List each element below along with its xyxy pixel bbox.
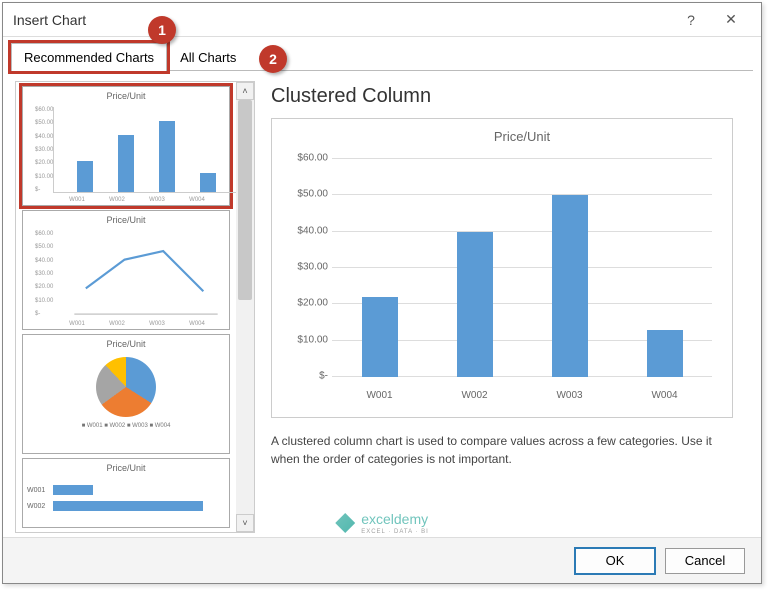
thumb-plot: W001 W002 <box>23 473 229 523</box>
watermark-brand: exceldemy <box>361 511 428 527</box>
thumb-bar-chart[interactable]: Price/Unit W001 W002 <box>22 458 230 528</box>
y-tick: $30.00 <box>284 262 328 273</box>
chart-type-heading: Clustered Column <box>271 85 733 108</box>
plot-area: $- $10.00 $20.00 $30.00 $40.00 $50.00 $6… <box>332 159 712 377</box>
callout-marker-1: 1 <box>148 16 176 44</box>
thumb-title: Price/Unit <box>23 91 229 101</box>
scroll-up-button[interactable]: ˄ <box>236 82 254 100</box>
mini-x-ticks: W001W002W003W004 <box>57 321 217 327</box>
watermark-tagline: EXCEL · DATA · BI <box>361 529 429 535</box>
bar-0 <box>362 297 398 377</box>
pie-legend: ■ W001 ■ W002 ■ W003 ■ W004 <box>23 423 229 429</box>
dialog-footer: OK Cancel <box>3 537 761 583</box>
mini-x-ticks: W001W002W003W004 <box>57 197 217 203</box>
line-icon <box>53 231 236 317</box>
preview-pane: Clustered Column Price/Unit $- $10.00 $2… <box>255 81 749 533</box>
tab-recommended-charts[interactable]: Recommended Charts <box>11 43 167 71</box>
bars <box>332 159 712 377</box>
bar-2 <box>552 195 588 377</box>
y-tick: $40.00 <box>284 225 328 236</box>
x-tick: W001 <box>366 390 392 401</box>
recommendation-list: Price/Unit $60.00$50.00$40.00$30.00$20.0… <box>15 81 255 533</box>
x-tick: W004 <box>651 390 677 401</box>
mini-y-ticks: $60.00$50.00$40.00$30.00$20.00$10.00$- <box>35 107 49 193</box>
ok-button[interactable]: OK <box>575 548 655 574</box>
watermark-text: exceldemy EXCEL · DATA · BI <box>361 511 429 535</box>
bar-3 <box>647 330 683 377</box>
scrollbar-vertical[interactable]: ˄ ˅ <box>236 82 254 532</box>
thumb-title: Price/Unit <box>23 215 229 225</box>
help-button[interactable]: ? <box>671 3 711 37</box>
insert-chart-dialog: Insert Chart ? ✕ 1 2 Recommended Charts … <box>2 2 762 584</box>
y-tick: $60.00 <box>284 153 328 164</box>
thumb-title: Price/Unit <box>23 339 229 349</box>
scroll-track[interactable] <box>236 100 254 514</box>
close-button[interactable]: ✕ <box>711 3 751 37</box>
thumb-clustered-column[interactable]: Price/Unit $60.00$50.00$40.00$30.00$20.0… <box>22 86 230 206</box>
thumbnail-column: Price/Unit $60.00$50.00$40.00$30.00$20.0… <box>16 82 236 532</box>
scroll-down-button[interactable]: ˅ <box>236 514 254 532</box>
cancel-button[interactable]: Cancel <box>665 548 745 574</box>
watermark: exceldemy EXCEL · DATA · BI <box>335 511 429 535</box>
thumb-plot: $60.00$50.00$40.00$30.00$20.00$10.00$- W… <box>35 231 221 317</box>
titlebar: Insert Chart ? ✕ <box>3 3 761 37</box>
y-tick: $- <box>284 371 328 382</box>
x-axis: W001 W002 W003 W004 <box>332 390 712 401</box>
scroll-thumb[interactable] <box>238 100 252 300</box>
thumb-title: Price/Unit <box>23 463 229 473</box>
tab-bar: Recommended Charts All Charts <box>3 37 761 71</box>
thumb-plot: $60.00$50.00$40.00$30.00$20.00$10.00$- W… <box>35 107 221 193</box>
chart-title: Price/Unit <box>326 129 718 144</box>
y-tick: $10.00 <box>284 334 328 345</box>
mini-y-ticks: $60.00$50.00$40.00$30.00$20.00$10.00$- <box>35 231 49 317</box>
exceldemy-logo-icon <box>335 513 355 533</box>
thumb-pie-chart[interactable]: Price/Unit ■ W001 ■ W002 ■ W003 ■ W004 <box>22 334 230 454</box>
chart-description: A clustered column chart is used to comp… <box>271 432 733 468</box>
callout-marker-2: 2 <box>259 45 287 73</box>
tab-all-charts[interactable]: All Charts <box>167 43 249 71</box>
hbar-label: W002 <box>27 503 53 510</box>
hbar-label: W001 <box>27 487 53 494</box>
y-tick: $50.00 <box>284 189 328 200</box>
bar-1 <box>457 232 493 377</box>
pie-icon <box>96 357 156 417</box>
x-tick: W003 <box>556 390 582 401</box>
content-area: Price/Unit $60.00$50.00$40.00$30.00$20.0… <box>3 71 761 533</box>
window-title: Insert Chart <box>13 12 671 28</box>
y-tick: $20.00 <box>284 298 328 309</box>
x-tick: W002 <box>461 390 487 401</box>
chart-preview[interactable]: Price/Unit $- $10.00 $20.00 $30.00 $40.0… <box>271 118 733 418</box>
thumb-line-chart[interactable]: Price/Unit $60.00$50.00$40.00$30.00$20.0… <box>22 210 230 330</box>
